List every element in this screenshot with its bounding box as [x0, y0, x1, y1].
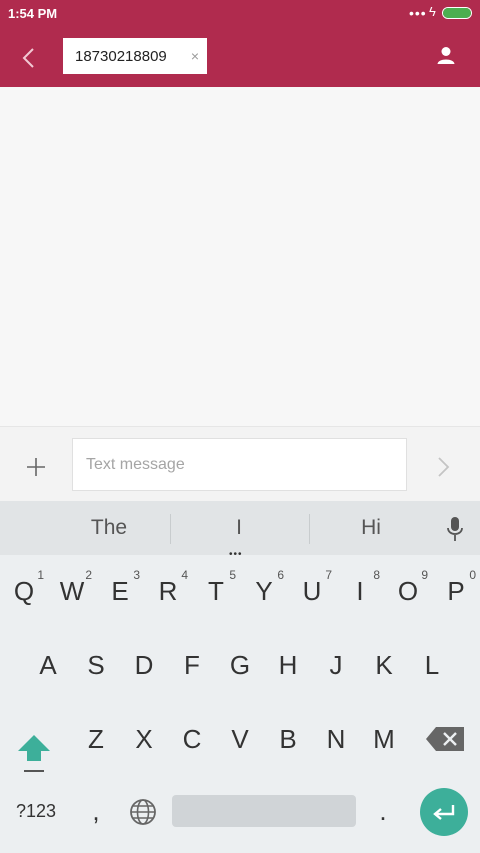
key-k[interactable]: K [360, 632, 408, 698]
chevron-right-icon [438, 457, 450, 477]
back-button[interactable] [14, 44, 42, 72]
space-key[interactable] [172, 795, 356, 827]
conversation-area [0, 87, 480, 426]
period-key[interactable]: . [368, 786, 398, 836]
shift-icon [18, 735, 50, 772]
add-contact-button[interactable] [434, 44, 458, 68]
plus-icon [27, 458, 45, 476]
keyboard: The I Hi ••• Q1 W2 E3 R4 T5 Y6 U7 I8 O9 … [0, 501, 480, 853]
send-button[interactable] [436, 455, 454, 479]
key-i[interactable]: I8 [336, 558, 384, 624]
key-d[interactable]: D [120, 632, 168, 698]
key-q[interactable]: Q1 [0, 558, 48, 624]
key-o[interactable]: O9 [384, 558, 432, 624]
signal-icon: ••• [409, 5, 427, 21]
comma-key[interactable]: , [78, 786, 114, 836]
voice-input-button[interactable] [444, 515, 466, 543]
suggestion-item[interactable]: Hi [311, 501, 431, 555]
key-r[interactable]: R4 [144, 558, 192, 624]
suggestion-strip: The I Hi ••• [0, 501, 480, 560]
key-l[interactable]: L [408, 632, 456, 698]
recipient-number: 18730218809 [75, 47, 167, 65]
key-z[interactable]: Z [72, 706, 120, 772]
key-h[interactable]: H [264, 632, 312, 698]
key-n[interactable]: N [312, 706, 360, 772]
recipient-chip[interactable]: 18730218809 × [63, 38, 207, 74]
key-u[interactable]: U7 [288, 558, 336, 624]
language-key[interactable] [128, 797, 158, 827]
composer-bar [0, 426, 480, 501]
app-bar: 18730218809 × [0, 26, 480, 87]
suggestion-item[interactable]: I [179, 501, 299, 555]
key-x[interactable]: X [120, 706, 168, 772]
key-v[interactable]: V [216, 706, 264, 772]
key-a[interactable]: A [24, 632, 72, 698]
status-time: 1:54 PM [8, 6, 58, 21]
key-t[interactable]: T5 [192, 558, 240, 624]
chevron-left-icon [22, 48, 34, 68]
symbols-key[interactable]: ?123 [8, 796, 64, 826]
key-s[interactable]: S [72, 632, 120, 698]
key-f[interactable]: F [168, 632, 216, 698]
enter-icon [433, 805, 455, 820]
status-bar: 1:54 PM ••• ϟ [0, 0, 480, 26]
key-p[interactable]: P0 [432, 558, 480, 624]
key-j[interactable]: J [312, 632, 360, 698]
message-input[interactable] [72, 438, 407, 491]
globe-icon [130, 799, 156, 825]
key-g[interactable]: G [216, 632, 264, 698]
key-b[interactable]: B [264, 706, 312, 772]
attach-button[interactable] [24, 455, 48, 479]
suggestion-item[interactable]: The [49, 501, 169, 555]
charging-icon: ϟ [429, 4, 436, 19]
key-e[interactable]: E3 [96, 558, 144, 624]
battery-icon [442, 7, 472, 19]
key-m[interactable]: M [360, 706, 408, 772]
microphone-icon [447, 517, 463, 541]
backspace-icon [426, 727, 464, 751]
close-icon[interactable]: × [191, 48, 199, 64]
shift-key[interactable] [10, 713, 58, 773]
backspace-key[interactable] [424, 723, 468, 755]
key-y[interactable]: Y6 [240, 558, 288, 624]
key-c[interactable]: C [168, 706, 216, 772]
enter-key[interactable] [420, 788, 468, 836]
person-icon [437, 47, 455, 64]
key-w[interactable]: W2 [48, 558, 96, 624]
